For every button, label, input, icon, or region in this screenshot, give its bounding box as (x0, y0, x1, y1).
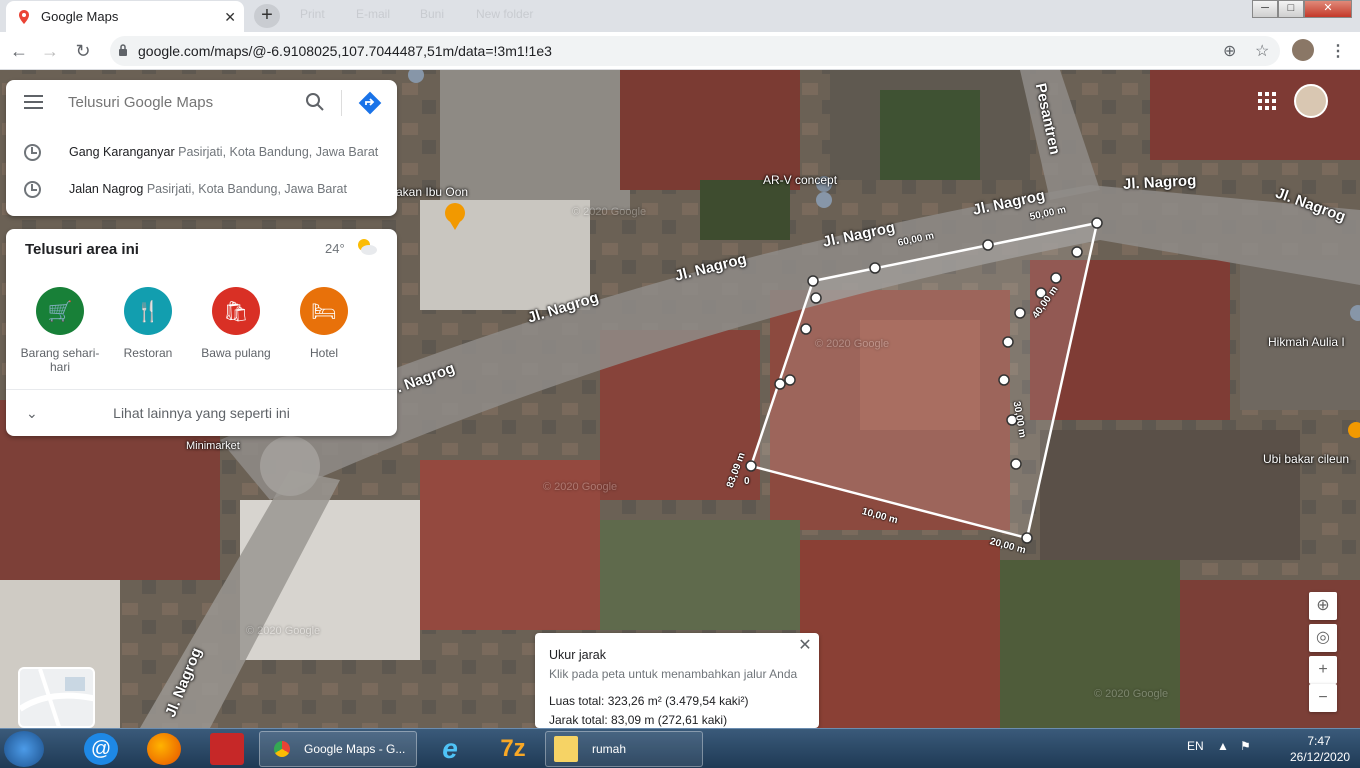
globe-icon[interactable]: ⊕ (1309, 592, 1337, 620)
category-groceries[interactable]: 🛒 Barang sehari-hari (15, 287, 105, 374)
recent-detail: Pasirjati, Kota Bandung, Jawa Barat (178, 145, 379, 159)
category-label: Hotel (309, 346, 338, 360)
category-takeout[interactable]: 🛍 Bawa pulang (191, 287, 281, 360)
restaurant-icon: 🍴 (124, 287, 172, 335)
zoom-in-button[interactable]: + (1309, 656, 1337, 684)
category-hotels[interactable]: 🛏 Hotel (279, 287, 369, 360)
my-location-icon[interactable]: ◎ (1309, 624, 1337, 652)
bookmark-buni[interactable]: Buni (420, 7, 444, 21)
profile-avatar[interactable] (1292, 39, 1314, 61)
poi-label[interactable]: AR-V concept (763, 173, 837, 187)
map-watermark: © 2020 Google (815, 338, 890, 350)
explore-title: Telusuri area ini (25, 241, 139, 258)
google-maps-icon (19, 9, 29, 24)
measure-hint: Klik pada peta untuk menambahkan jalur A… (549, 667, 798, 681)
explore-panel: Telusuri area ini 24° 🛒 Barang sehari-ha… (6, 229, 397, 436)
close-icon[interactable]: ✕ (795, 635, 815, 655)
recent-search-item[interactable]: Gang Karanganyar Pasirjati, Kota Bandung… (6, 134, 397, 170)
tab-close-icon[interactable]: ✕ (224, 9, 236, 26)
back-icon[interactable]: ← (7, 39, 31, 63)
category-restaurants[interactable]: 🍴 Restoran (103, 287, 193, 360)
browser-tab[interactable]: Google Maps ✕ (6, 1, 244, 32)
show-more-button[interactable]: Lihat lainnya yang seperti ini (6, 390, 397, 436)
folder-icon (554, 736, 578, 762)
apps-grid-icon[interactable] (1258, 92, 1276, 110)
tray-expand-icon[interactable]: ▲ (1217, 739, 1229, 753)
start-button[interactable] (4, 731, 44, 767)
history-icon (24, 144, 41, 161)
action-center-flag-icon[interactable]: ⚑ (1240, 739, 1251, 753)
zoom-out-button[interactable]: − (1309, 684, 1337, 712)
measure-label: 0 (744, 476, 750, 487)
hotel-icon: 🛏 (300, 287, 348, 335)
category-label: Barang sehari-hari (20, 346, 100, 374)
address-bar: ← → ↻ google.com/maps/@-6.9108025,107.70… (0, 32, 1360, 70)
map-watermark: © 2020 Google (1094, 688, 1169, 700)
poi-label[interactable]: Hikmah Aulia I (1268, 335, 1345, 349)
acrobat-icon[interactable] (210, 733, 244, 765)
search-input[interactable] (68, 94, 298, 111)
search-icon[interactable] (305, 92, 325, 112)
clock-time: 7:47 (1307, 734, 1331, 748)
forward-icon[interactable]: → (38, 39, 62, 63)
menu-icon[interactable] (24, 95, 43, 113)
map-watermark: © 2020 Google (246, 625, 321, 637)
close-window-button[interactable]: ✕ (1304, 0, 1352, 18)
bookmark-email[interactable]: E-mail (356, 7, 390, 21)
maximize-button[interactable]: □ (1278, 0, 1304, 18)
measure-title: Ukur jarak (549, 648, 606, 662)
recent-name: Jalan Nagrog (69, 182, 144, 196)
install-icon[interactable]: ⊕ (1223, 41, 1236, 61)
browser-tabbar: Google Maps ✕ + Print E-mail Buni New fo… (0, 0, 1360, 32)
divider (341, 90, 342, 116)
total-distance: Jarak total: 83,09 m (272,61 kaki) (549, 713, 728, 727)
bookmark-print[interactable]: Print (300, 7, 325, 21)
firefox-icon[interactable] (147, 733, 181, 765)
directions-icon[interactable] (358, 91, 382, 115)
cart-icon: 🛒 (36, 287, 84, 335)
reload-icon[interactable]: ↻ (71, 39, 95, 63)
history-icon (24, 181, 41, 198)
url-field[interactable]: google.com/maps/@-6.9108025,107.7044487,… (110, 36, 1280, 66)
map-layer-preview (20, 669, 93, 726)
tab-title: Google Maps (41, 9, 119, 24)
recent-search-item[interactable]: Jalan Nagrog Pasirjati, Kota Bandung, Ja… (6, 171, 397, 207)
new-tab-button[interactable]: + (254, 4, 280, 28)
clock-date: 26/12/2020 (1290, 750, 1351, 764)
poi-label[interactable]: Minimarket (186, 440, 240, 452)
lock-icon (119, 44, 127, 56)
takeout-icon: 🛍 (212, 287, 260, 335)
category-label: Restoran (123, 346, 173, 360)
chrome-icon (268, 735, 296, 763)
layers-thumbnail[interactable] (18, 667, 95, 728)
email-app-icon[interactable]: @ (84, 733, 118, 765)
map-watermark: © 2020 Google (543, 481, 618, 493)
temperature: 24° (325, 241, 345, 256)
recent-name: Gang Karanganyar (69, 145, 175, 159)
internet-explorer-icon[interactable]: e (433, 733, 467, 765)
account-avatar[interactable] (1294, 84, 1328, 118)
system-clock[interactable]: 7:47 26/12/2020 (1290, 733, 1351, 765)
menu-dots-icon[interactable]: ⋮ (1330, 41, 1346, 61)
language-indicator[interactable]: EN (1187, 739, 1204, 753)
partly-cloudy-icon (358, 239, 377, 255)
search-panel: Gang Karanganyar Pasirjati, Kota Bandung… (6, 80, 397, 216)
category-label: Bawa pulang (201, 346, 271, 360)
total-area: Luas total: 323,26 m² (3.479,54 kaki²) (549, 694, 749, 708)
bookmark-star-icon[interactable]: ☆ (1255, 41, 1269, 61)
bookmark-new-folder[interactable]: New folder (476, 7, 533, 21)
recent-detail: Pasirjati, Kota Bandung, Jawa Barat (146, 182, 347, 196)
map-watermark: © 2020 Google (572, 206, 647, 218)
7zip-icon[interactable]: 7z (496, 733, 530, 765)
poi-label[interactable]: akan Ibu Oon (396, 185, 468, 199)
measure-distance-panel: ✕ Ukur jarak Klik pada peta untuk menamb… (535, 633, 819, 728)
windows-taskbar: @ Google Maps - G... e 7z rumah EN ▲ ⚑ 7… (0, 728, 1360, 768)
poi-label[interactable]: Ubi bakar cileun (1263, 452, 1349, 466)
minimize-button[interactable]: ─ (1252, 0, 1278, 18)
